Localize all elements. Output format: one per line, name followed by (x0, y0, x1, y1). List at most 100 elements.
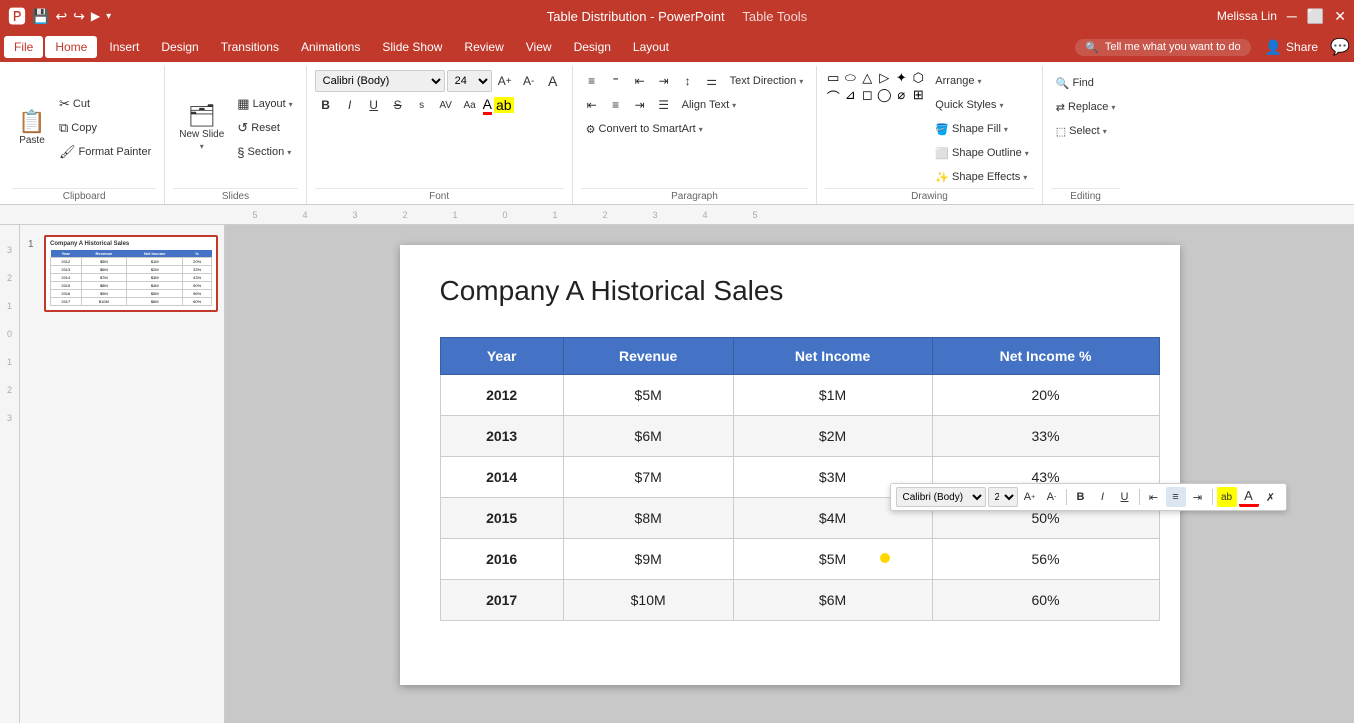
shadow-button[interactable]: s (411, 94, 433, 116)
section-button[interactable]: § Section ▾ (232, 141, 297, 163)
ft-italic[interactable]: I (1093, 487, 1113, 507)
ft-decrease-font[interactable]: A- (1042, 487, 1062, 507)
close-btn[interactable]: ✕ (1334, 8, 1346, 25)
ft-font-select[interactable]: Calibri (Body) (896, 487, 986, 507)
select-button[interactable]: ⬚ Select ▾ (1051, 120, 1121, 142)
shape-outline-button[interactable]: ⬜ Shape Outline ▾ (930, 142, 1033, 164)
menu-review[interactable]: Review (454, 36, 513, 58)
qa-present[interactable]: ▶ (91, 9, 100, 23)
align-left-button[interactable]: ⇤ (581, 94, 603, 116)
justify-button[interactable]: ☰ (653, 94, 675, 116)
highlight-picker[interactable]: ab (494, 97, 514, 113)
new-slide-dropdown[interactable]: ▾ (200, 142, 204, 151)
canvas-area[interactable]: Company A Historical Sales Calibri (Body… (225, 225, 1354, 723)
resize-handle[interactable] (880, 553, 890, 563)
reset-button[interactable]: ↺ Reset (232, 117, 297, 139)
menu-animations[interactable]: Animations (291, 36, 370, 58)
slide-thumbnail[interactable]: Company A Historical Sales Year Revenue … (44, 235, 218, 312)
shape-12[interactable]: ⊞ (910, 87, 926, 106)
align-right-button[interactable]: ⇥ (629, 94, 651, 116)
menu-view[interactable]: View (516, 36, 562, 58)
arrange-button[interactable]: Arrange ▾ (930, 70, 1033, 92)
bold-button[interactable]: B (315, 94, 337, 116)
shape-10[interactable]: ◯ (876, 87, 892, 106)
shape-effects-button[interactable]: ✨ Shape Effects ▾ (930, 166, 1033, 188)
strikethrough-button[interactable]: S (387, 94, 409, 116)
menu-layout[interactable]: Layout (623, 36, 679, 58)
comments-icon[interactable]: 💬 (1330, 37, 1350, 57)
ft-underline[interactable]: U (1115, 487, 1135, 507)
increase-font-button[interactable]: A+ (494, 70, 516, 92)
qa-dropdown[interactable]: ▾ (106, 11, 111, 22)
font-color-picker[interactable]: A (483, 96, 492, 115)
menu-slideshow[interactable]: Slide Show (372, 36, 452, 58)
ft-bold[interactable]: B (1071, 487, 1091, 507)
line-spacing-button[interactable]: ↕ (677, 70, 699, 92)
ft-increase-font[interactable]: A+ (1020, 487, 1040, 507)
ft-clear[interactable]: ✗ (1261, 487, 1281, 507)
table-cell: $10M (563, 580, 733, 621)
convert-smartart-button[interactable]: ⚙ Convert to SmartArt ▾ (581, 118, 708, 140)
ft-highlight[interactable]: ab (1217, 487, 1237, 507)
table-header-row: Year Revenue Net Income Net Income % (440, 338, 1159, 375)
clear-format-button[interactable]: A (542, 70, 564, 92)
menu-transitions[interactable]: Transitions (211, 36, 289, 58)
paste-label: Paste (19, 135, 45, 146)
format-painter-button[interactable]: 🖌 Format Painter (54, 141, 156, 163)
ft-align-right[interactable]: ⇥ (1188, 487, 1208, 507)
spacing-button[interactable]: AV (435, 94, 457, 116)
align-center-button[interactable]: ≡ (605, 94, 627, 116)
menu-design[interactable]: Design (151, 36, 208, 58)
bullets-button[interactable]: ≡ (581, 70, 603, 92)
ft-font-color[interactable]: A (1239, 487, 1259, 507)
shape-4[interactable]: ▷ (876, 70, 892, 86)
shape-fill-button[interactable]: 🪣 Shape Fill ▾ (930, 118, 1033, 140)
font-size-select[interactable]: 24 (447, 70, 492, 92)
numbering-button[interactable]: ⁼ (605, 70, 627, 92)
ft-size-select[interactable]: 24 (988, 487, 1018, 507)
cut-button[interactable]: ✂ Cut (54, 93, 156, 115)
replace-button[interactable]: ⇄ Replace ▾ (1051, 96, 1121, 118)
menu-file[interactable]: File (4, 36, 43, 58)
ft-align-left[interactable]: ⇤ (1144, 487, 1164, 507)
qa-redo[interactable]: ↪ (73, 8, 85, 25)
columns-button[interactable]: ⚌ (701, 70, 723, 92)
decrease-indent-button[interactable]: ⇤ (629, 70, 651, 92)
menu-home[interactable]: Home (45, 36, 97, 58)
shape-9[interactable]: ◻ (859, 87, 875, 106)
shape-8[interactable]: ⊿ (842, 87, 858, 106)
layout-button[interactable]: ▦ Layout ▾ (232, 93, 297, 115)
find-button[interactable]: 🔍 Find (1051, 72, 1121, 94)
slide-canvas[interactable]: Company A Historical Sales Calibri (Body… (400, 245, 1180, 685)
restore-btn[interactable]: ⬜ (1307, 8, 1324, 25)
change-case-button[interactable]: Aa (459, 94, 481, 116)
menu-tabledesign[interactable]: Design (564, 36, 621, 58)
font-family-select[interactable]: Calibri (Body) (315, 70, 445, 92)
align-text-button[interactable]: Align Text ▾ (677, 94, 742, 116)
shape-2[interactable]: ⬭ (842, 70, 858, 86)
select-label: Select (1069, 125, 1100, 137)
decrease-font-button[interactable]: A- (518, 70, 540, 92)
menu-insert[interactable]: Insert (99, 36, 149, 58)
shape-11[interactable]: ⌀ (893, 87, 909, 106)
new-slide-button[interactable]: 🗂 New Slide ▾ (173, 98, 230, 158)
shape-3[interactable]: △ (859, 70, 875, 86)
menu-search-box[interactable]: 🔍 Tell me what you want to do (1075, 39, 1250, 56)
quick-styles-button[interactable]: Quick Styles ▾ (930, 94, 1033, 116)
shape-5[interactable]: ✦ (893, 70, 909, 86)
shape-7[interactable]: ⌒ (825, 87, 841, 106)
share-button[interactable]: Share (1286, 40, 1318, 54)
copy-button[interactable]: ⧉ Copy (54, 117, 156, 139)
increase-indent-button[interactable]: ⇥ (653, 70, 675, 92)
text-direction-button[interactable]: Text Direction ▾ (725, 70, 809, 92)
paste-button[interactable]: 📋 Paste (12, 98, 52, 158)
qa-save[interactable]: 💾 (32, 8, 49, 25)
italic-button[interactable]: I (339, 94, 361, 116)
qa-undo[interactable]: ↩ (55, 8, 67, 25)
ft-align-center[interactable]: ≡ (1166, 487, 1186, 507)
minimize-btn[interactable]: ─ (1287, 8, 1297, 24)
underline-button[interactable]: U (363, 94, 385, 116)
context-tab-label: Table Tools (742, 9, 807, 24)
shape-6[interactable]: ⬡ (910, 70, 926, 86)
shape-1[interactable]: ▭ (825, 70, 841, 86)
